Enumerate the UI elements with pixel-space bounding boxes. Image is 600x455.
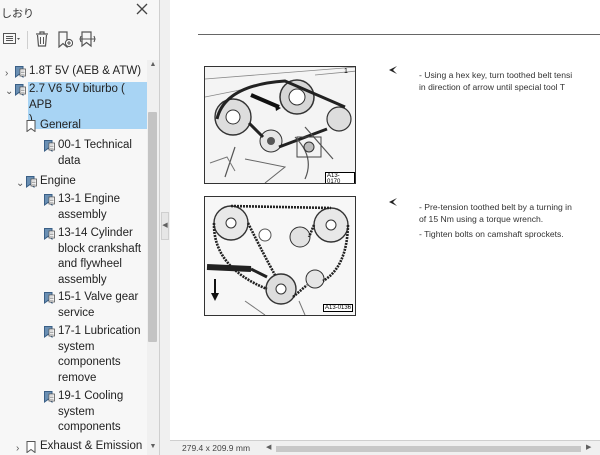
bookmark-label-line: block crankshaft (58, 242, 142, 255)
bookmark-item[interactable]: General (0, 118, 147, 136)
belt-tensioner-illustration: A13-0170 1 (204, 66, 356, 184)
bookmark-label: General (40, 118, 147, 134)
bookmark-item[interactable]: ⌄ Engine (0, 174, 147, 192)
bookmark-item[interactable]: 00-1 Technical data (0, 138, 147, 171)
scroll-thumb[interactable] (148, 112, 157, 342)
bookmark-label-line: assembly (58, 208, 107, 221)
page-bookmark-icon (15, 66, 26, 84)
bookmark-label: 15-1 Valve gear service (58, 290, 147, 321)
bookmark-label: 00-1 Technical data (58, 138, 147, 169)
instruction-line: - Tighten bolts on camshaft sprockets. (419, 229, 564, 239)
bookmark-item[interactable]: ⌄2.7 V6 5V biturbo ( APB) (0, 82, 147, 129)
bookmark-item[interactable]: 17-1 Lubrication system components remove (0, 324, 147, 388)
figure-code-2: A13-0136 (323, 304, 354, 312)
panel-header: しおり (0, 0, 160, 24)
scroll-down-arrow-icon[interactable]: ▼ (148, 443, 158, 450)
page-bookmark-icon (44, 292, 55, 310)
bookmarks-panel: しおり › 1.8T 5V (AEB & ATW) ⌄ 2.7 V6 5V bi… (0, 0, 160, 455)
bookmark-label-line: 1.8T 5V (AEB & ATW) (29, 65, 142, 77)
bookmark-label-line: components (58, 356, 121, 368)
step-3-text: - Tighten bolts on camshaft sprockets. (419, 229, 564, 241)
reference-arrow-icon (388, 64, 398, 78)
bookmark-label-line: system (58, 405, 95, 418)
instruction-line: - Using a hex key, turn toothed belt ten… (419, 70, 573, 80)
bookmark-label-line: Exhaust & Emission (40, 440, 143, 452)
bookmark-item[interactable]: › Exhaust & Emission (0, 439, 147, 455)
options-list-icon[interactable] (2, 28, 24, 50)
bookmark-label-line: service (58, 306, 95, 319)
bookmark-label-line: and flywheel (58, 258, 122, 270)
bookmark-label-line: data (58, 154, 81, 167)
page-bookmark-icon (15, 84, 26, 102)
page-bookmark-icon (44, 140, 55, 158)
scroll-left-arrow-icon[interactable]: ◀ (266, 443, 271, 451)
instruction-line: of 15 Nm using a torque wrench. (419, 213, 544, 224)
bookmark-label-line: 13-14 Cylinder (58, 227, 133, 239)
bookmark-label-line: 15-1 Valve gear (58, 291, 139, 303)
bookmark-label-line: 00-1 Technical (58, 139, 132, 151)
bookmark-icon (26, 120, 36, 138)
bookmark-label-line: 13-1 Engine (58, 193, 121, 205)
bookmark-label-line: components (58, 421, 121, 433)
bookmark-label-line: 2.7 V6 5V biturbo ( APB (29, 83, 125, 111)
instruction-line: - Pre-tension toothed belt by a turning … (419, 202, 572, 212)
bookmark-item[interactable]: 13-1 Engine assembly (0, 192, 147, 225)
bookmark-label: 13-1 Engine assembly (58, 192, 147, 223)
toolbar-separator (27, 31, 28, 49)
step-1-text: - Using a hex key, turn toothed belt ten… (419, 70, 572, 93)
bookmark-label-line: Engine (40, 175, 76, 187)
bookmark-item[interactable]: 15-1 Valve gear service (0, 290, 147, 323)
collapse-arrow-icon[interactable]: ⌄ (5, 84, 13, 100)
document-viewport[interactable]: A13-0170 1 A13-0136 - Using a hex key, t… (170, 0, 600, 440)
expand-arrow-icon[interactable]: › (16, 441, 19, 455)
bookmark-label: Engine (40, 174, 147, 190)
bookmark-label-line: system (58, 340, 95, 353)
panel-title: しおり (1, 8, 34, 20)
horizontal-scrollbar[interactable]: ◀ ▶ (266, 443, 594, 454)
page-bookmark-icon (44, 194, 55, 212)
bookmark-label-line: 19-1 Cooling (58, 390, 124, 402)
figure-callout-1: 1 (344, 68, 348, 75)
close-icon[interactable] (134, 2, 150, 20)
instruction-line: in direction of arrow until special tool… (419, 81, 566, 92)
page-bookmark-icon (44, 391, 55, 409)
bookmark-icon (26, 441, 36, 455)
bookmark-label: 19-1 Cooling system components (58, 389, 147, 436)
bookmark-item[interactable]: 19-1 Cooling system components (0, 389, 147, 438)
find-bookmark-icon[interactable] (78, 28, 98, 50)
scroll-right-arrow-icon[interactable]: ▶ (586, 443, 591, 451)
document-page: A13-0170 1 A13-0136 - Using a hex key, t… (170, 0, 600, 440)
reference-arrow-icon (388, 196, 398, 210)
bookmark-label-line: General (40, 119, 81, 131)
bookmark-label-line: remove (58, 371, 97, 384)
step-2-text: - Pre-tension toothed belt by a turning … (419, 202, 572, 225)
bookmarks-toolbar (0, 28, 160, 52)
bookmark-label-line: assembly (58, 273, 107, 286)
expand-arrow-icon[interactable]: › (5, 66, 8, 82)
scroll-up-arrow-icon[interactable]: ▲ (148, 61, 158, 68)
bookmark-item[interactable]: › 1.8T 5V (AEB & ATW) (0, 64, 147, 82)
timing-belt-torque-illustration: A13-0136 (204, 196, 356, 316)
page-size-readout: 279.4 x 209.9 mm (182, 443, 251, 453)
bookmark-label: 17-1 Lubrication system components remove (58, 324, 147, 386)
bookmark-label-line: 17-1 Lubrication (58, 325, 141, 337)
page-bookmark-icon (44, 228, 55, 246)
figure-code-1: A13-0170 (325, 172, 355, 183)
status-bar: 279.4 x 209.9 mm ◀ ▶ (170, 440, 600, 455)
bookmark-tree: › 1.8T 5V (AEB & ATW) ⌄ 2.7 V6 5V biturbo (… (0, 60, 147, 455)
bookmark-label: 13-14 Cylinder block crankshaft and flywhe… (58, 226, 147, 288)
bookmarks-scrollbar[interactable]: ▲ ▼ (147, 60, 159, 455)
page-header-rule (198, 34, 600, 35)
collapse-panel-arrow-icon[interactable]: ◀ (161, 212, 169, 240)
horizontal-scroll-thumb[interactable] (276, 446, 581, 452)
trash-icon[interactable] (32, 28, 52, 50)
page-bookmark-icon (26, 176, 37, 194)
new-bookmark-icon[interactable] (55, 28, 75, 50)
bookmark-label: Exhaust & Emission (40, 439, 147, 455)
collapse-arrow-icon[interactable]: ⌄ (16, 176, 24, 192)
bookmark-label: 1.8T 5V (AEB & ATW) (29, 64, 147, 80)
bookmark-item[interactable]: 13-14 Cylinder block crankshaft and flywhe… (0, 226, 147, 290)
page-bookmark-icon (44, 326, 55, 344)
